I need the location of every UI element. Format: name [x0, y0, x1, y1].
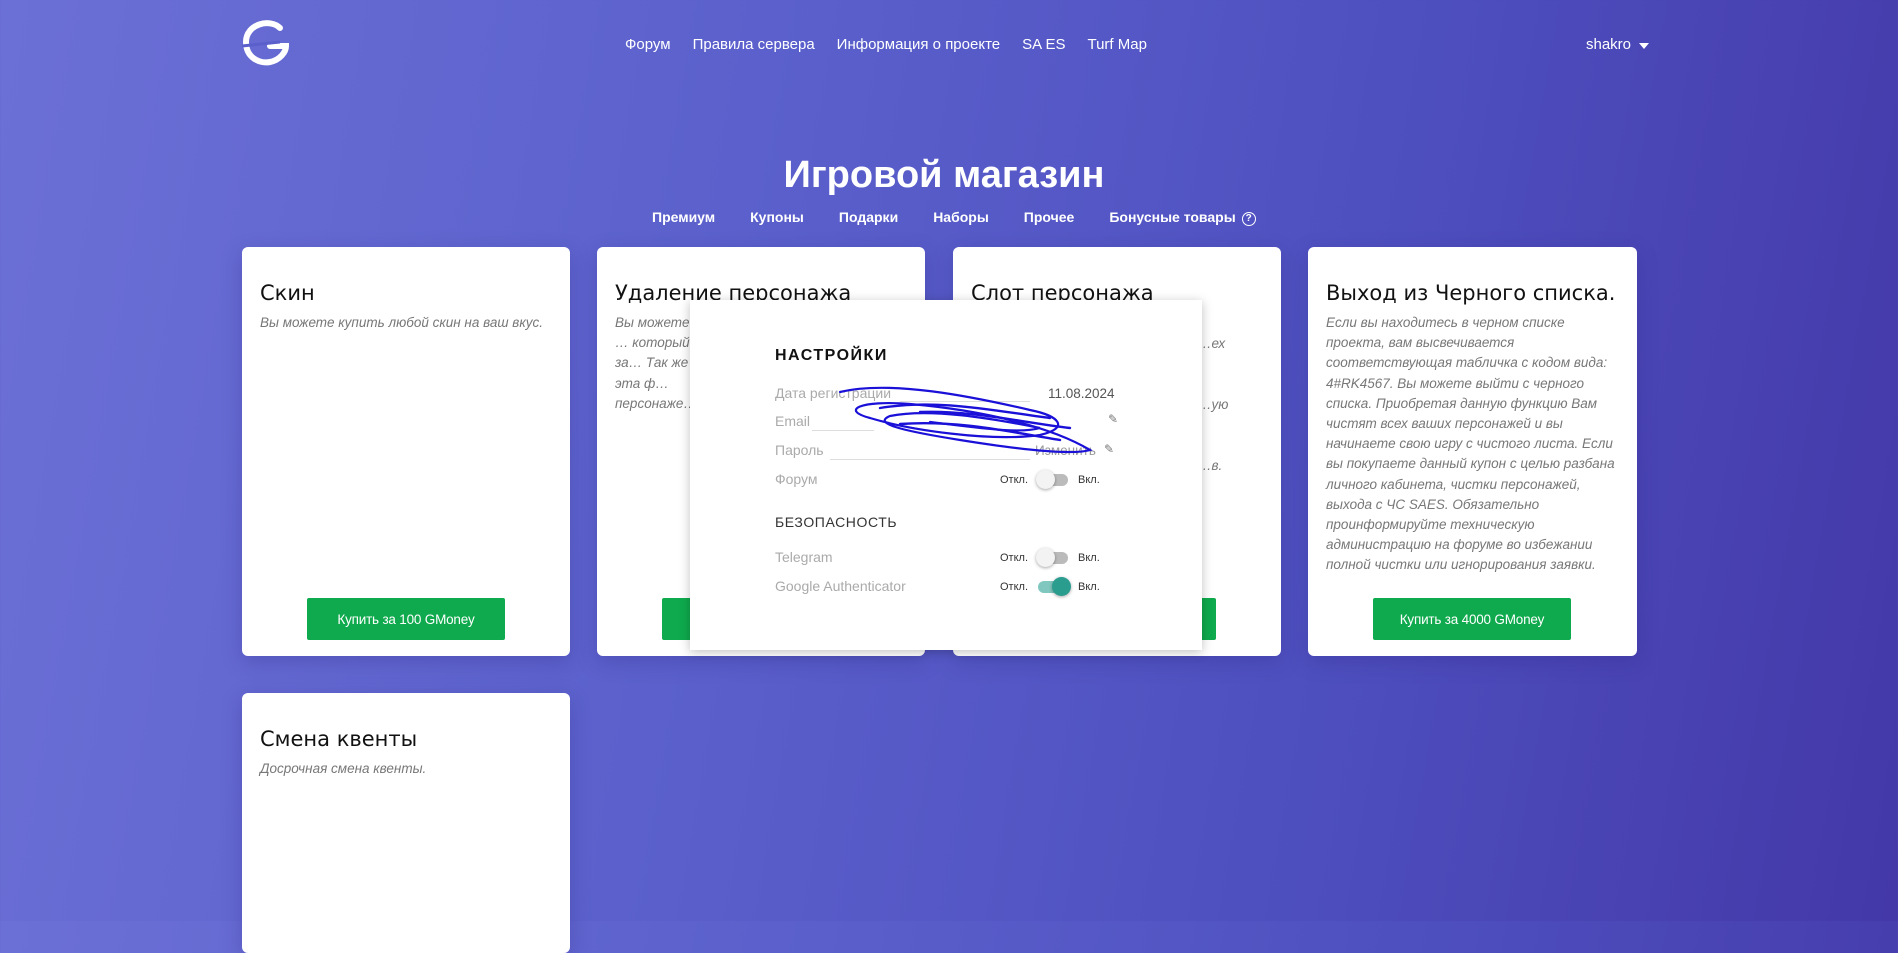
category-other[interactable]: Прочее [1024, 209, 1075, 226]
forum-label: Форум [775, 471, 818, 487]
card-description: Вы можете купить любой скин на ваш вкус. [260, 315, 543, 330]
off-label: Откл. [1000, 474, 1029, 486]
settings-panel: НАСТРОЙКИ Дата регистрации 11.08.2024 Em… [690, 300, 1202, 650]
nav-turf-map[interactable]: Turf Map [1087, 36, 1146, 53]
buy-skin-button[interactable]: Купить за 100 GMoney [307, 598, 505, 640]
on-label: Вкл. [1078, 552, 1100, 564]
buy-blacklist-exit-button[interactable]: Купить за 4000 GMoney [1373, 598, 1571, 640]
google-authenticator-label: Google Authenticator [775, 578, 906, 594]
card-description: Досрочная смена квенты. [260, 761, 427, 776]
google-authenticator-toggle[interactable] [1038, 577, 1072, 596]
redaction-scribble [838, 386, 1093, 454]
page-title: Игровой магазин [783, 154, 1105, 196]
card-title: Выход из Черного списка. [1326, 281, 1616, 305]
username: shakro [1586, 36, 1632, 53]
email-label: Email [775, 413, 811, 429]
logo-icon[interactable] [240, 20, 292, 68]
forum-toggle-group: Откл. Вкл. [1000, 470, 1100, 489]
toggle-knob [1036, 470, 1056, 489]
nav-project-info[interactable]: Информация о проекте [837, 36, 1000, 53]
card-blacklist-exit: Выход из Черного списка. Если вы находит… [1308, 247, 1637, 656]
category-bonus[interactable]: Бонусные товары? [1109, 209, 1256, 226]
edit-password-icon[interactable]: ✎ [1104, 442, 1114, 456]
settings-title: НАСТРОЙКИ [775, 347, 888, 364]
reg-date-label: Дата регистрации [775, 385, 892, 401]
telegram-label: Telegram [775, 549, 833, 565]
off-label: Откл. [1000, 552, 1029, 564]
divider [830, 459, 1030, 460]
nav-forum[interactable]: Форум [625, 36, 671, 53]
divider [812, 430, 874, 431]
chevron-down-icon [1639, 43, 1650, 49]
google-authenticator-toggle-group: Откл. Вкл. [1000, 577, 1100, 596]
security-title: БЕЗОПАСНОСТЬ [775, 514, 898, 530]
edit-email-icon[interactable]: ✎ [1108, 412, 1118, 426]
help-icon[interactable]: ? [1241, 212, 1256, 226]
card-title: Скин [260, 281, 315, 305]
card-description: Если вы находитесь в черном списке проек… [1326, 315, 1615, 573]
on-label: Вкл. [1078, 581, 1100, 593]
user-menu[interactable]: shakro [1586, 36, 1650, 53]
shop-categories: Премиум Купоны Подарки Наборы Прочее Бон… [652, 209, 1256, 226]
category-premium[interactable]: Премиум [652, 209, 715, 226]
card-skin: Скин Вы можете купить любой скин на ваш … [242, 247, 570, 656]
nav-sa-es[interactable]: SA ES [1022, 36, 1065, 53]
telegram-toggle[interactable] [1036, 548, 1069, 567]
telegram-toggle-group: Откл. Вкл. [1000, 548, 1100, 567]
category-coupons[interactable]: Купоны [750, 209, 804, 226]
card-description: Вы можете … который за… Так же эта ф… пе… [615, 315, 697, 411]
category-sets[interactable]: Наборы [933, 209, 989, 226]
password-label: Пароль [775, 442, 824, 458]
toggle-knob [1052, 577, 1072, 596]
off-label: Откл. [1000, 581, 1029, 593]
change-password-link[interactable]: Изменить [1035, 443, 1096, 458]
card-title: Смена квенты [260, 727, 418, 751]
on-label: Вкл. [1078, 474, 1100, 486]
forum-toggle[interactable] [1036, 470, 1069, 489]
card-quenta-change: Смена квенты Досрочная смена квенты. [242, 693, 570, 953]
category-bonus-label: Бонусные товары [1109, 209, 1236, 225]
card-description: …ех …ую …в. [1198, 336, 1229, 473]
reg-date-value: 11.08.2024 [1048, 386, 1115, 401]
category-gifts[interactable]: Подарки [839, 209, 898, 226]
toggle-knob [1036, 548, 1056, 567]
divider [900, 401, 1030, 402]
nav-server-rules[interactable]: Правила сервера [693, 36, 815, 53]
